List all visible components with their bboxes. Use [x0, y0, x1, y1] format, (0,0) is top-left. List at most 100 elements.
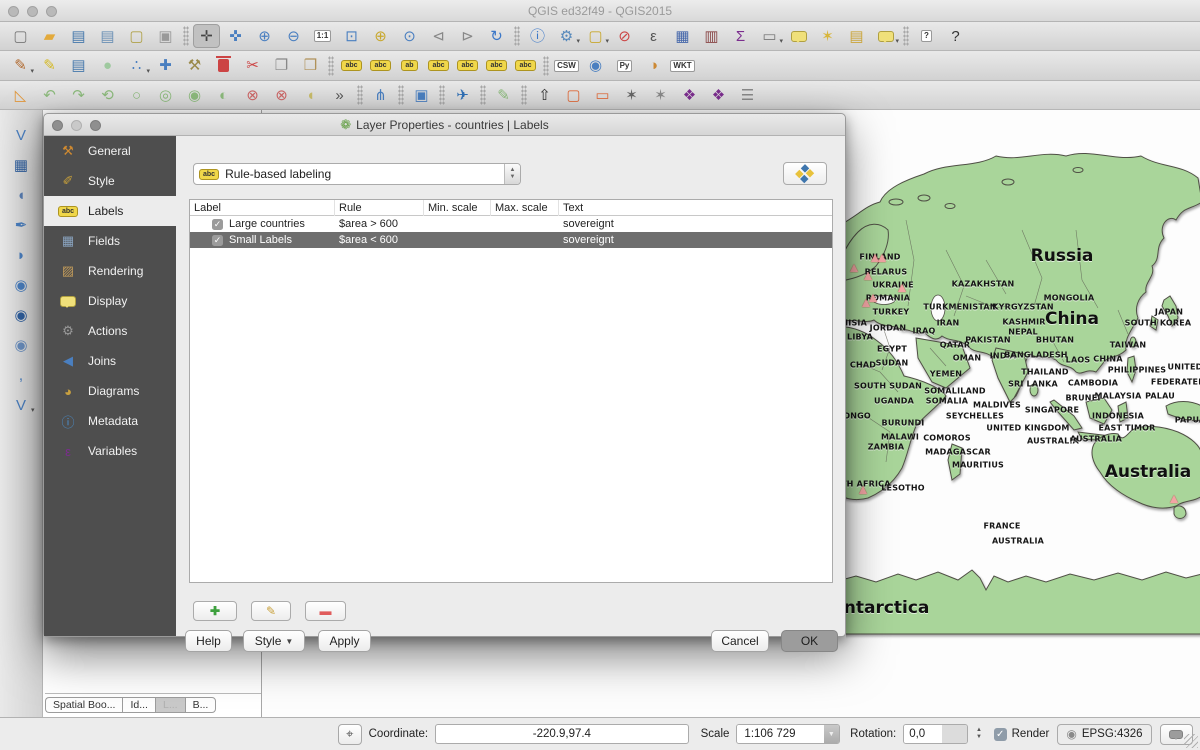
move-feature-icon[interactable]: ✚ — [152, 54, 179, 78]
customization-icon[interactable]: ◑ — [640, 54, 667, 78]
georeferencer-icon[interactable]: ▣ — [408, 83, 435, 107]
rule-row[interactable]: ✓Small Labels$area < 600sovereignt — [190, 232, 832, 248]
layer-labeling-icon[interactable]: abc — [338, 54, 365, 78]
north-arrow-icon[interactable]: ⇧ — [531, 83, 558, 107]
save-layer-edits-icon[interactable]: ▤ — [65, 54, 92, 78]
add-layer-group-icon[interactable]: ☰ — [734, 83, 761, 107]
sidebar-item-rendering[interactable]: ▨Rendering — [44, 256, 176, 286]
sidebar-item-display[interactable]: Display — [44, 286, 176, 316]
highlight-labels-icon[interactable]: ab — [396, 54, 423, 78]
add-wcs-layer-icon[interactable]: ◉ — [8, 333, 35, 357]
sidebar-item-fields[interactable]: ▦Fields — [44, 226, 176, 256]
node-tool-icon[interactable]: ∴ — [123, 54, 150, 78]
add-raster-layer-icon[interactable]: ▦ — [8, 153, 35, 177]
redo-icon[interactable]: ↷ — [65, 83, 92, 107]
ok-button[interactable]: OK — [781, 630, 838, 652]
save-project-as-icon[interactable]: ▤ — [94, 24, 121, 48]
osm-tools-icon[interactable]: ✈ — [449, 83, 476, 107]
cut-features-icon[interactable]: ✂ — [239, 54, 266, 78]
whats-this-icon[interactable]: ? — [942, 24, 969, 48]
dock-tab-l[interactable]: L... — [155, 697, 185, 713]
sidebar-item-joins[interactable]: ◀Joins — [44, 346, 176, 376]
style-menu-button[interactable]: Style▼ — [243, 630, 305, 652]
column-header-label[interactable]: Label — [190, 200, 335, 216]
feature-edit-tool-icon[interactable]: ⚒ — [181, 54, 208, 78]
fill-ring-icon[interactable]: ◐ — [210, 83, 237, 107]
statistics-icon[interactable]: Σ — [727, 24, 754, 48]
add-delimited-text-icon[interactable]: , — [8, 363, 35, 387]
current-edits-icon[interactable]: ✎ — [7, 54, 34, 78]
run-feature-action-icon[interactable]: ⚙ — [553, 24, 580, 48]
new-bookmark-icon[interactable]: ✶ — [814, 24, 841, 48]
remove-rule-button[interactable]: ▬ — [305, 601, 346, 621]
maximize-window-button[interactable] — [46, 6, 57, 17]
column-header-min-scale[interactable]: Min. scale — [424, 200, 491, 216]
sketch-wand-icon[interactable]: ✶ — [618, 83, 645, 107]
extent-tracking-button[interactable]: ⌖ — [338, 724, 362, 745]
dock-tab-b[interactable]: B... — [185, 697, 217, 713]
dock-tab-id[interactable]: Id... — [122, 697, 155, 713]
add-rule-button[interactable]: ✚ — [193, 601, 237, 621]
pan-to-selection-icon[interactable]: ✜ — [222, 24, 249, 48]
toolbar-overflow-icon[interactable]: » — [326, 83, 353, 107]
pin-labels-icon[interactable]: abc — [367, 54, 394, 78]
wkt-plugin-icon[interactable]: WKT — [669, 54, 696, 78]
split-features-icon[interactable]: ⋔ — [367, 83, 394, 107]
rotation-spinbox[interactable]: 0,0 — [903, 724, 968, 744]
column-header-text[interactable]: Text — [559, 200, 832, 216]
sidebar-item-variables[interactable]: εVariables — [44, 436, 176, 466]
scale-dropdown[interactable]: 1:106 729 001 ▼ — [736, 724, 840, 744]
new-shapefile-layer-icon[interactable]: V — [8, 393, 35, 417]
move-label-icon[interactable]: abc — [454, 54, 481, 78]
zoom-out-icon[interactable]: ⊖ — [280, 24, 307, 48]
show-hide-labels-icon[interactable]: abc — [425, 54, 452, 78]
reshape-features-icon[interactable]: ◖ — [297, 83, 324, 107]
change-label-icon[interactable]: abc — [512, 54, 539, 78]
dock-tab-spatialboo[interactable]: Spatial Boo... — [45, 697, 122, 713]
select-features-icon[interactable]: ▢ — [582, 24, 609, 48]
dialog-maximize-button[interactable] — [90, 120, 101, 131]
paste-features-icon[interactable]: ❒ — [297, 54, 324, 78]
add-wms-layer-icon[interactable]: ◉ — [8, 303, 35, 327]
minimize-window-button[interactable] — [27, 6, 38, 17]
zoom-to-selection-icon[interactable]: ⊕ — [367, 24, 394, 48]
extent-canvas-icon[interactable]: ▭ — [589, 83, 616, 107]
magic-wand-icon[interactable]: ✶ — [647, 83, 674, 107]
metasearch-icon[interactable]: CSW — [553, 54, 580, 78]
deselect-features-icon[interactable]: ⊘ — [611, 24, 638, 48]
new-composer-icon[interactable]: ▢ — [123, 24, 150, 48]
column-header-rule[interactable]: Rule — [335, 200, 424, 216]
edit-rule-button[interactable]: ✎ — [251, 601, 291, 621]
composer-manager-icon[interactable]: ▣ — [152, 24, 179, 48]
style-book-1-icon[interactable]: ❖ — [676, 83, 703, 107]
apply-button[interactable]: Apply — [318, 630, 371, 652]
dialog-close-button[interactable] — [52, 120, 63, 131]
copy-features-icon[interactable]: ❐ — [268, 54, 295, 78]
map-tips-icon[interactable] — [785, 24, 812, 48]
cancel-button[interactable]: Cancel — [711, 630, 769, 652]
sidebar-item-general[interactable]: ⚒General — [44, 136, 176, 166]
zoom-native-icon[interactable]: 1:1 — [309, 24, 336, 48]
add-part-icon[interactable]: ◉ — [181, 83, 208, 107]
rule-row[interactable]: ✓Large countries$area > 600sovereignt — [190, 216, 832, 232]
label-engine-settings-button[interactable] — [783, 162, 827, 185]
field-calculator-icon[interactable]: ▥ — [698, 24, 725, 48]
sidebar-item-actions[interactable]: ⚙Actions — [44, 316, 176, 346]
refresh-icon[interactable]: ↻ — [483, 24, 510, 48]
delete-part-icon[interactable]: ⊗ — [268, 83, 295, 107]
rule-checkbox[interactable]: ✓ — [212, 235, 223, 246]
attribute-table-icon[interactable]: ▦ — [669, 24, 696, 48]
render-checkbox[interactable]: ✓ — [994, 728, 1007, 741]
save-project-icon[interactable]: ▤ — [65, 24, 92, 48]
add-postgis-layer-icon[interactable]: ◖ — [8, 183, 35, 207]
simplify-feature-icon[interactable]: ○ — [123, 83, 150, 107]
zoom-to-layer-icon[interactable]: ⊙ — [396, 24, 423, 48]
edit-geometry-icon[interactable]: ✎ — [490, 83, 517, 107]
coordinate-input[interactable]: -220.9,97.4 — [435, 724, 689, 744]
add-wfs-layer-icon[interactable]: ◉ — [582, 54, 609, 78]
dialog-minimize-button[interactable] — [71, 120, 82, 131]
rotate-feature-icon[interactable]: ⟲ — [94, 83, 121, 107]
add-feature-icon[interactable]: ● — [94, 54, 121, 78]
delete-ring-icon[interactable]: ⊗ — [239, 83, 266, 107]
rotate-label-icon[interactable]: abc — [483, 54, 510, 78]
